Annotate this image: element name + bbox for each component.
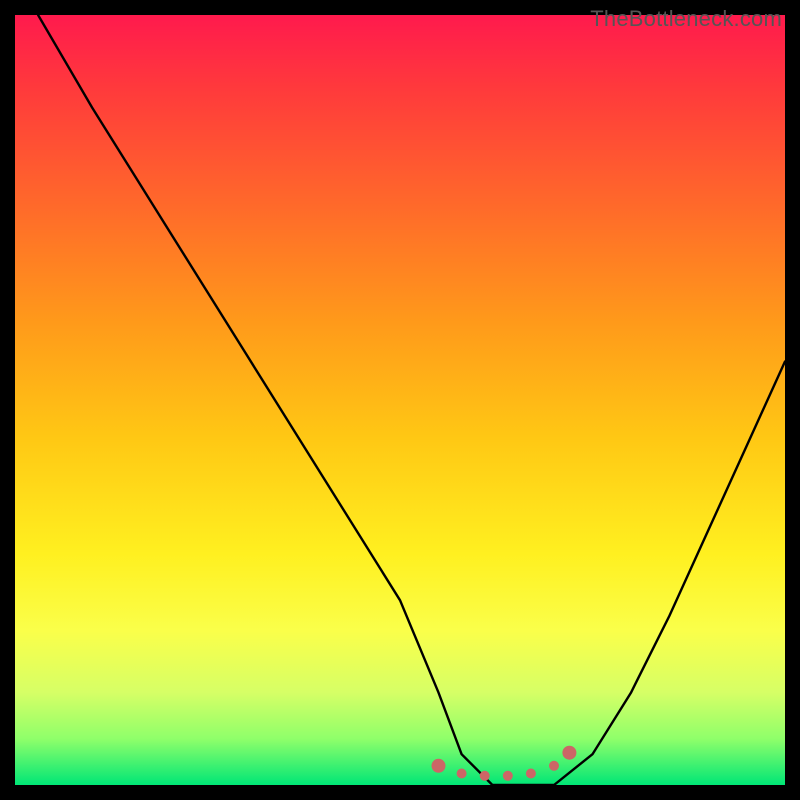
plot-area bbox=[15, 15, 785, 785]
optimal-range-dot bbox=[549, 761, 559, 771]
optimal-range-dot bbox=[432, 759, 446, 773]
optimal-range-dot bbox=[480, 771, 490, 781]
bottleneck-curve-line bbox=[38, 15, 785, 785]
optimal-range-dot bbox=[562, 746, 576, 760]
optimal-range-dot bbox=[503, 771, 513, 781]
chart-svg bbox=[15, 15, 785, 785]
optimal-range-dot bbox=[526, 769, 536, 779]
chart-frame: TheBottleneck.com bbox=[0, 0, 800, 800]
optimal-range-markers bbox=[432, 746, 577, 781]
watermark-text: TheBottleneck.com bbox=[590, 6, 782, 32]
optimal-range-dot bbox=[457, 769, 467, 779]
